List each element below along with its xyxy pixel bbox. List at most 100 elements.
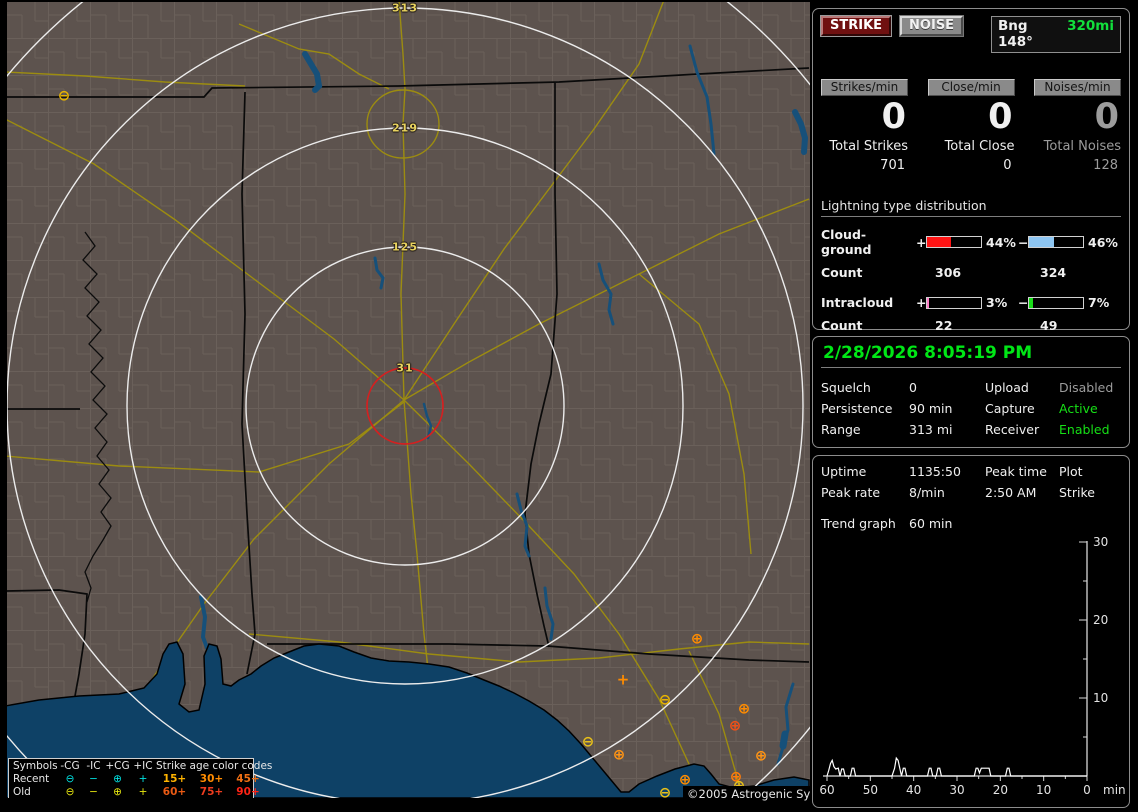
trend-line — [826, 756, 1087, 777]
cloud-ground-label: Cloud-ground — [821, 227, 872, 257]
rate-button[interactable]: Strikes/min — [821, 79, 908, 96]
stat-value: Plot — [1059, 464, 1083, 479]
intracloud-label: Intracloud — [821, 295, 894, 310]
rate-button[interactable]: Noises/min — [1034, 79, 1121, 96]
legend-symbol-icon: ⊕ — [113, 786, 122, 798]
stats-grid: Uptime 1135:50 Peak time Plot Peak rate 8/min… — [821, 464, 1121, 500]
sidebar: STRIKE NOISE Bng 148° 320mi Strikes/min 0… — [810, 0, 1138, 812]
strike-symbol: ⊖ — [658, 783, 672, 798]
bearing-value: Bng 148° — [998, 18, 1033, 50]
intracloud-row: Intracloud + 3% − 7% — [821, 295, 1121, 310]
legend-symbol-icon: ⊖ — [65, 786, 75, 798]
ic-positive-bar — [926, 296, 982, 309]
total-value: 128 — [1093, 158, 1118, 173]
status-grid: Squelch 0 Upload Disabled Persistence 90 min C… — [821, 380, 1121, 437]
ic-positive-count: 22 — [935, 318, 953, 333]
stat-label: Uptime — [821, 464, 867, 479]
distribution-title: Lightning type distribution — [821, 198, 1121, 217]
legend-symbols-title: Symbols — [13, 760, 58, 772]
stats-trend-panel: Uptime 1135:50 Peak time Plot Peak rate 8/min… — [812, 455, 1130, 808]
ring-distance-label: 313 — [392, 2, 418, 15]
total-value: 0 — [1003, 158, 1012, 173]
counter-column-1: Close/min 0 Total Close 0 — [927, 79, 1015, 173]
counter-column-0: Strikes/min 0 Total Strikes 701 — [821, 79, 908, 173]
strike-panel: STRIKE NOISE Bng 148° 320mi Strikes/min 0… — [812, 8, 1130, 333]
cg-positive-count: 306 — [935, 265, 962, 280]
y-tick-label: 20 — [1093, 613, 1108, 627]
total-value: 701 — [880, 158, 905, 173]
status-value: 313 mi — [909, 422, 953, 437]
strike-symbol: ⊕ — [690, 629, 704, 648]
minus-sign: − — [1018, 295, 1029, 310]
total-label: Total Noises — [1043, 139, 1121, 154]
ic-negative-bar — [1028, 296, 1084, 309]
status-value: Enabled — [1059, 422, 1110, 437]
status-label: Range — [821, 422, 861, 437]
minus-sign: − — [1018, 234, 1029, 250]
legend-age-code: 60+ — [162, 786, 187, 798]
status-value: Active — [1059, 401, 1098, 416]
intracloud-count-row: Count 22 49 — [821, 318, 1121, 333]
strike-symbol: ⊕ — [754, 746, 768, 765]
rate-counters: Strikes/min 0 Total Strikes 701 Close/min 0 To… — [821, 79, 1121, 173]
legend-symbol-icon: + — [138, 773, 148, 785]
legend-age-code: 30+ — [199, 773, 224, 785]
strike-symbol: ⊖ — [581, 732, 595, 751]
cloud-ground-count-row: Count 306 324 — [821, 265, 1121, 280]
x-tick-label: 60 — [819, 783, 834, 797]
plus-sign: + — [916, 295, 927, 310]
ic-positive-pct: 3% — [986, 295, 1008, 310]
status-panel: 2/28/2026 8:05:19 PM Squelch 0 Upload Disab… — [812, 336, 1130, 448]
counter-column-2: Noises/min 0 Total Noises 128 — [1034, 79, 1121, 173]
x-tick-label: 0 — [1083, 783, 1091, 797]
strike-symbol: ⊖ — [57, 86, 71, 105]
cg-negative-bar — [1028, 236, 1084, 248]
stat-value: 8/min — [909, 485, 945, 500]
cg-negative-pct: 46% — [1088, 234, 1118, 250]
bearing-range-value: 320mi — [1067, 18, 1114, 34]
legend-age-code: 45+ — [236, 773, 260, 785]
status-label: Squelch — [821, 380, 871, 395]
bearing-readout: Bng 148° 320mi — [991, 16, 1121, 53]
cg-negative-count: 324 — [1040, 265, 1067, 280]
x-tick-label: 20 — [993, 783, 1008, 797]
legend-age-code: 15+ — [162, 773, 187, 785]
trend-graph: 10 20 30 60 50 40 30 20 10 0 min — [819, 535, 1125, 797]
strike-button[interactable]: STRIKE — [819, 15, 893, 37]
status-label: Capture — [985, 401, 1035, 416]
ic-negative-pct: 7% — [1088, 295, 1110, 310]
stat-value: Strike — [1059, 485, 1095, 500]
status-label: Persistence — [821, 401, 893, 416]
rate-button[interactable]: Close/min — [927, 79, 1015, 96]
legend-col-pos-cg: +CG — [105, 760, 130, 772]
x-tick-label: 50 — [863, 783, 878, 797]
plus-sign: + — [916, 234, 927, 250]
trend-graph-window: 60 min — [909, 516, 953, 531]
legend-symbol-icon: ⊕ — [113, 773, 122, 785]
y-tick-label: 30 — [1093, 535, 1108, 549]
legend-age-code: 75+ — [199, 786, 224, 798]
stat-label: Peak rate — [821, 485, 881, 500]
rate-value: 0 — [881, 97, 906, 137]
status-value: 90 min — [909, 401, 953, 416]
map-legend: Symbols -CG -IC +CG +IC Strike age color… — [8, 758, 272, 798]
total-label: Total Close — [944, 139, 1015, 154]
stat-label: Peak time — [985, 464, 1047, 479]
strike-symbol: ⊕ — [612, 745, 626, 764]
noise-button[interactable]: NOISE — [899, 15, 965, 37]
trend-graph-label: Trend graph — [821, 516, 896, 531]
strike-symbol: ⊕ — [737, 699, 751, 718]
total-label: Total Strikes — [829, 139, 908, 154]
cg-positive-pct: 44% — [986, 234, 1016, 250]
x-tick-label: 40 — [906, 783, 921, 797]
ring-distance-label: 31 — [396, 361, 414, 375]
status-value: Disabled — [1059, 380, 1114, 395]
legend-symbol-icon: − — [89, 773, 98, 785]
legend-age-code: 90+ — [236, 786, 260, 798]
rate-value: 0 — [988, 97, 1013, 137]
status-label: Receiver — [985, 422, 1040, 437]
map-area[interactable]: 31125219313 ⊖⊕+⊖⊕⊕⊖⊕⊕⊕⊕⊕⊖ Symbols -CG -I… — [7, 2, 810, 798]
legend-row-label: Recent — [13, 773, 50, 785]
cloud-ground-row: Cloud-ground + 44% − 46% — [821, 227, 1121, 257]
datetime-display: 2/28/2026 8:05:19 PM — [821, 341, 1121, 368]
